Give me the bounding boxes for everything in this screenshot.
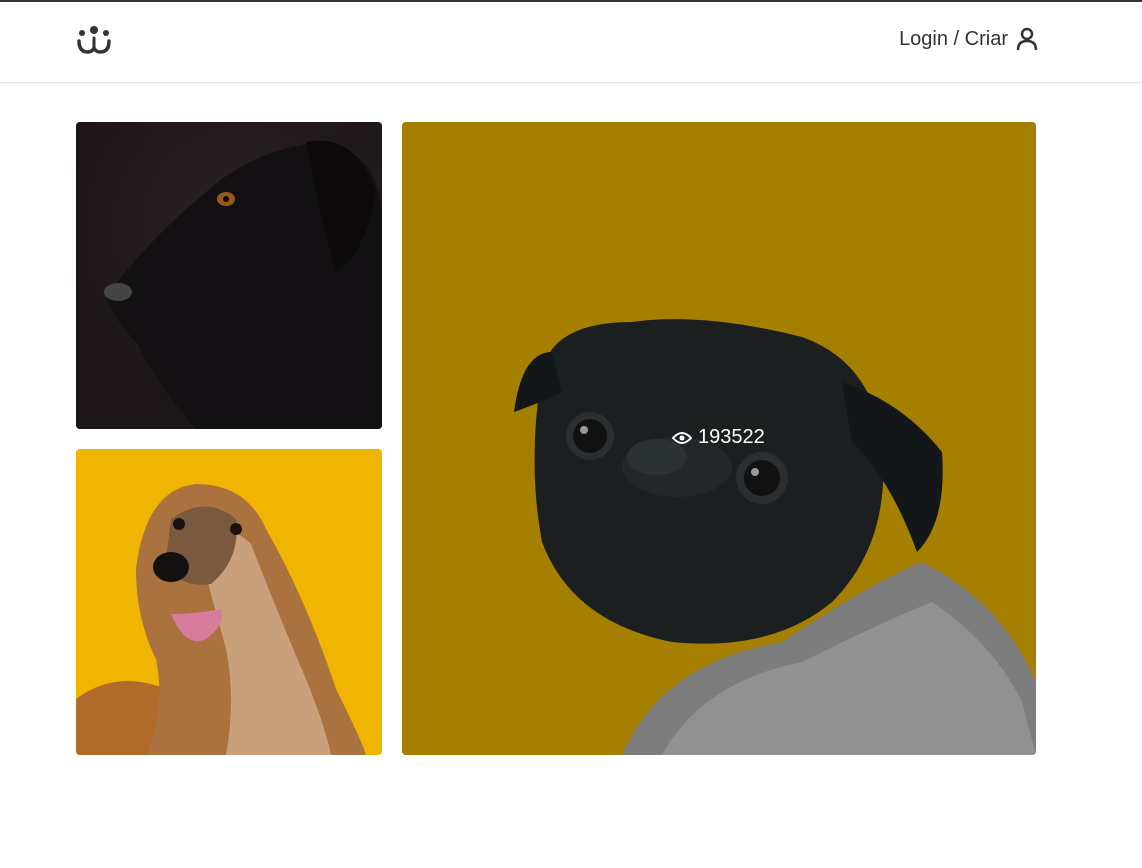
black-dog-image	[76, 122, 382, 429]
view-count: 193522	[672, 426, 765, 449]
afghan-hound-image	[76, 449, 382, 755]
photo-pug[interactable]: 193522	[402, 122, 1036, 755]
login-link[interactable]: Login / Criar	[899, 27, 1038, 51]
eye-icon	[672, 431, 692, 444]
view-count-value: 193522	[698, 426, 765, 448]
photo-afghan-hound[interactable]	[76, 449, 382, 755]
photo-black-dog[interactable]	[76, 122, 382, 429]
dog-face-logo-icon[interactable]	[76, 24, 112, 56]
photo-feed: 193522	[76, 122, 1036, 755]
login-label: Login / Criar	[899, 27, 1008, 50]
user-icon	[1016, 27, 1038, 51]
site-header: Login / Criar	[0, 2, 1142, 83]
